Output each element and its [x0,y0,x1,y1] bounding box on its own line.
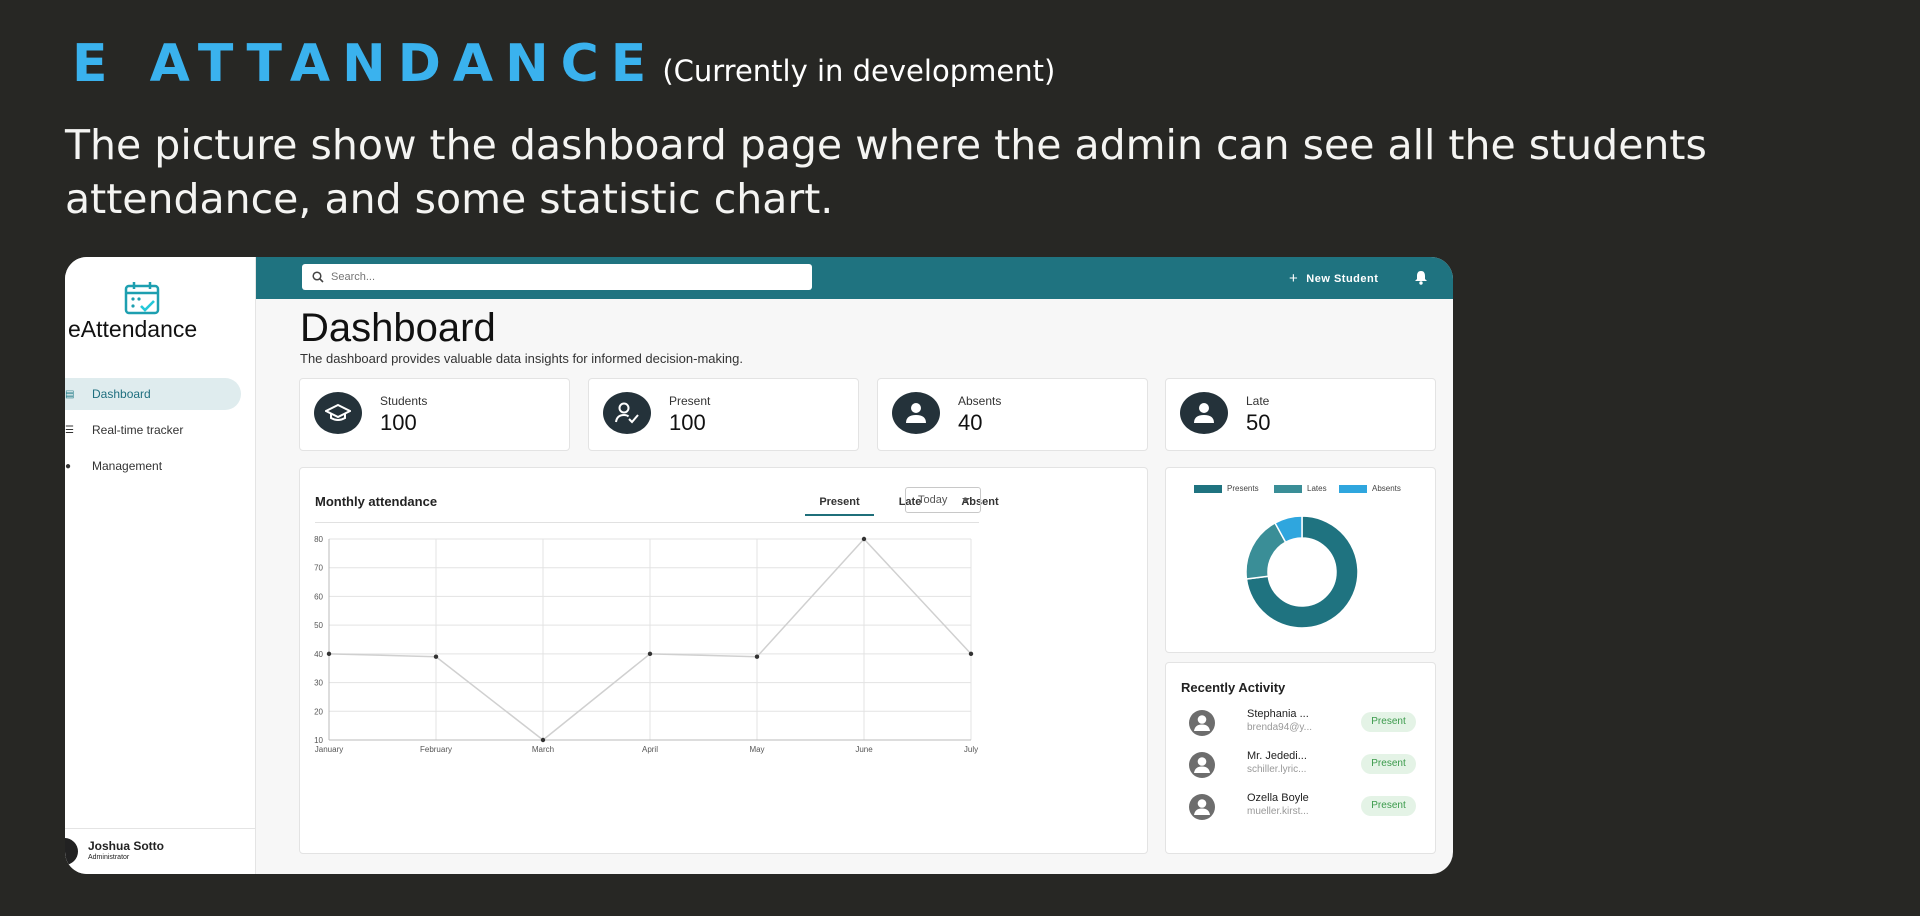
x-tick-label: March [532,745,554,754]
y-tick-label: 70 [314,564,323,573]
y-tick-label: 40 [314,650,323,659]
y-tick-label: 60 [314,592,323,601]
x-tick-label: July [964,745,978,754]
donut-chart-card: Presents Lates Absents [1165,467,1436,653]
donut-chart [1245,515,1359,629]
avatar [1189,794,1215,820]
bell-icon[interactable] [1414,270,1428,285]
data-point [647,651,653,657]
x-tick-label: June [855,745,873,754]
stat-card-absents: Absents 40 [877,378,1148,451]
activity-name: Ozella Boyle [1247,792,1309,804]
sidebar-item-label: Real-time tracker [92,423,184,437]
data-point [433,654,439,659]
stat-card-late: Late 50 [1165,378,1436,451]
person-icon [1180,392,1228,434]
people-icon: ● [65,460,72,472]
activity-name: Stephania ... [1247,708,1309,720]
x-tick-label: May [749,745,764,754]
slide-title-note: (Currently in development) [662,54,1056,88]
sidebar-item-dashboard[interactable]: ▤ Dashboard [65,378,241,410]
data-point [540,737,546,743]
slide-title: E ATTANDANCE [72,34,659,94]
search-box[interactable] [302,264,812,290]
activity-email: schiller.lyric... [1247,764,1307,775]
sidebar-item-management[interactable]: ● Management [65,450,241,482]
monthly-attendance-card: Monthly attendance Present Late Absent T… [299,467,1148,854]
y-tick-label: 80 [314,535,323,544]
x-tick-label: April [642,745,658,754]
list-item[interactable]: Mr. Jededi... schiller.lyric... Present [1166,750,1436,790]
user-name: Joshua Sotto [88,839,165,853]
plus-icon: + [1289,270,1299,287]
y-tick-label: 30 [314,679,323,688]
y-tick-label: 10 [314,736,323,745]
activity-email: mueller.kirst... [1247,806,1309,817]
status-badge: Present [1361,712,1416,732]
sidebar-divider [65,828,256,829]
activity-name: Mr. Jededi... [1247,750,1307,762]
stat-label: Present [669,394,711,408]
stat-value: 40 [958,410,983,435]
user-role: Administrator [88,854,130,861]
list-item[interactable]: Stephania ... brenda94@y... Present [1166,708,1436,748]
status-badge: Present [1361,796,1416,816]
line-chart: 10 20 30 40 50 60 70 80 January February March Apri… [314,535,978,754]
search-input[interactable] [331,271,771,283]
data-point [861,536,867,542]
stat-value: 100 [669,410,706,435]
stat-value: 50 [1246,410,1271,435]
dashboard-icon: ▤ [65,388,75,400]
tracker-icon: ☰ [65,424,74,436]
stat-label: Students [380,394,428,408]
slide-description: The picture show the dashboard page wher… [65,121,1707,223]
app-screen: eAttendance ▤ Dashboard ☰ Real-time trac… [65,257,1453,874]
page-subtitle: The dashboard provides valuable data ins… [300,351,743,366]
sidebar-item-label: Management [92,459,163,473]
sidebar-item-label: Dashboard [92,387,151,401]
activity-email: brenda94@y... [1247,722,1313,733]
data-point [326,651,332,657]
stat-label: Late [1246,394,1270,408]
page-title: Dashboard [300,306,496,350]
stat-card-present: Present 100 [588,378,859,451]
slide-title-row: E ATTANDANCE (Currently in development) [72,34,1055,94]
search-icon [312,271,324,283]
stat-label: Absents [958,394,1002,408]
new-student-button[interactable]: + New Student [1289,270,1378,287]
x-tick-label: February [420,745,452,754]
activity-title: Recently Activity [1181,680,1286,695]
recent-activity-card: Recently Activity Stephania ... brenda94… [1165,662,1436,854]
y-tick-label: 20 [314,707,323,716]
top-bar: + New Student [256,257,1453,299]
sidebar-item-real-time-tracker[interactable]: ☰ Real-time tracker [65,414,241,446]
avatar [1189,752,1215,778]
stat-value: 100 [380,410,417,435]
x-tick-label: January [315,745,343,754]
data-point [754,654,760,659]
list-item[interactable]: Ozella Boyle mueller.kirst... Present [1166,792,1436,832]
data-point [968,651,974,657]
y-tick-label: 50 [314,621,323,630]
calendar-check-icon [124,282,160,315]
status-badge: Present [1361,754,1416,774]
sidebar: eAttendance ▤ Dashboard ☰ Real-time trac… [65,257,256,874]
person-icon [892,392,940,434]
graduation-cap-icon [314,392,362,434]
new-student-label: New Student [1306,272,1379,285]
user-check-icon [603,392,651,434]
stat-card-students: Students 100 [299,378,570,451]
app-logo-text: eAttendance [68,316,198,342]
avatar [1189,710,1215,736]
avatar[interactable] [65,838,78,865]
